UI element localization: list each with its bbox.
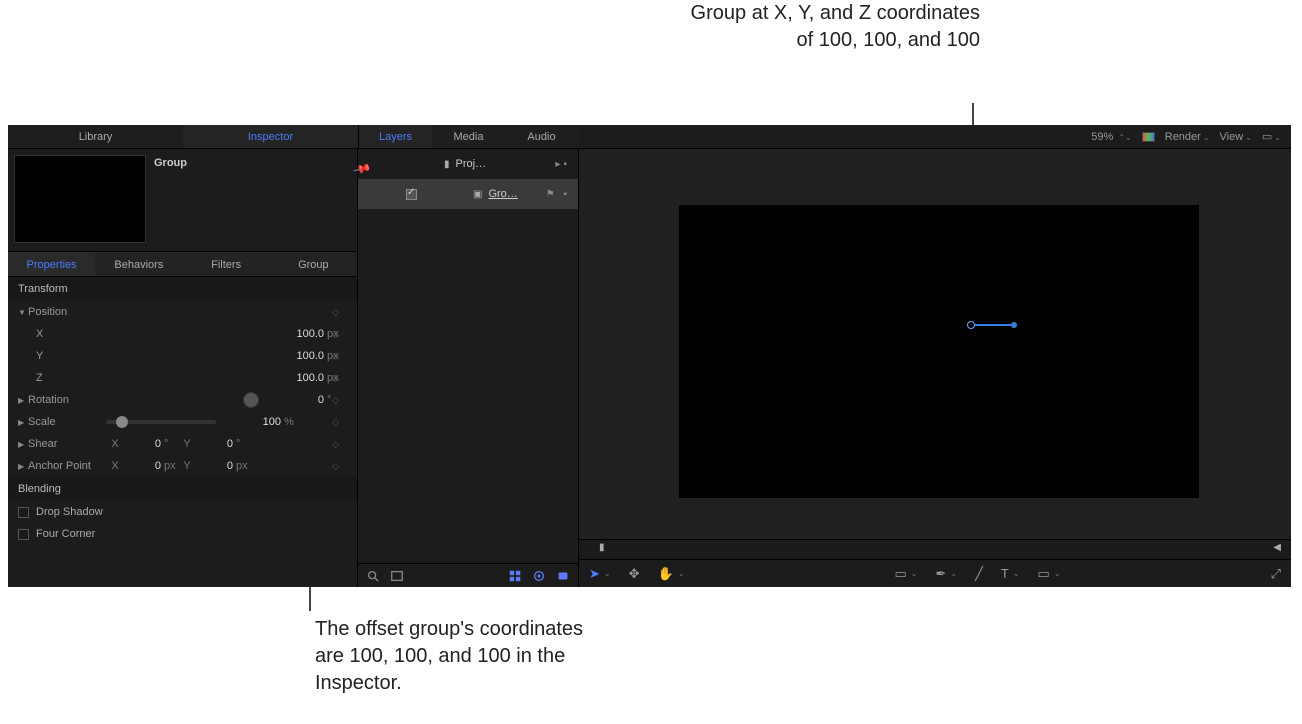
canvas-viewport-area[interactable] xyxy=(579,149,1291,539)
line-tool[interactable]: ╱ xyxy=(975,566,983,582)
top-tab-bar: Library Inspector Layers Media Audio 59%… xyxy=(8,125,1291,149)
row-scale[interactable]: ▶ Scale 100 % ◇ xyxy=(8,411,357,433)
row-position-x[interactable]: X 100.0 px ◇ xyxy=(8,323,357,345)
select-tool[interactable]: ➤⌄ xyxy=(589,566,611,582)
layer-row-project[interactable]: ▮ Proj… ▸▪ xyxy=(358,149,578,179)
search-icon[interactable] xyxy=(366,569,380,583)
row-anchor-point[interactable]: ▶ Anchor Point X 0 px Y 0 px ◇ xyxy=(8,455,357,477)
filter-filter-icon[interactable] xyxy=(556,569,570,583)
zoom-level[interactable]: 59% ⌃⌄ xyxy=(1091,131,1132,143)
row-position[interactable]: ▼ Position ◇ xyxy=(8,301,357,323)
value-anchor-x[interactable]: 0 xyxy=(124,460,164,472)
section-blending[interactable]: Blending xyxy=(8,477,357,501)
section-transform[interactable]: Transform xyxy=(8,277,357,301)
row-position-z[interactable]: Z 100.0 px ◇ xyxy=(8,367,357,389)
keyframe-icon[interactable]: ◇ xyxy=(332,417,339,428)
pen-tool[interactable]: ✒⌄ xyxy=(935,566,957,582)
four-corner-checkbox[interactable] xyxy=(18,529,29,540)
subtab-behaviors[interactable]: Behaviors xyxy=(95,252,182,276)
subtab-group[interactable]: Group xyxy=(270,252,357,276)
canvas-panel: ▮ ◀ ➤⌄ ✥ ✋⌄ ▭⌄ ✒⌄ ╱ T⌄ ▭⌄ ⤢ xyxy=(579,149,1291,587)
document-icon: ▮ xyxy=(444,159,450,170)
keyframe-icon[interactable]: ◇ xyxy=(332,461,339,472)
value-shear-y[interactable]: 0 xyxy=(196,438,236,450)
layout-menu[interactable]: ▭⌄ xyxy=(1262,130,1281,143)
inspector-panel: Group 📌 Properties Behaviors Filters Gro… xyxy=(8,149,358,587)
expand-icon[interactable]: ⤢ xyxy=(1271,566,1281,582)
value-shear-x[interactable]: 0 xyxy=(124,438,164,450)
tab-media[interactable]: Media xyxy=(432,125,505,148)
pan-tool[interactable]: ✋⌄ xyxy=(658,566,685,582)
layer-visibility-checkbox[interactable] xyxy=(406,189,417,200)
value-rotation[interactable]: 0 xyxy=(265,394,327,406)
drop-shadow-checkbox[interactable] xyxy=(18,507,29,518)
filter-mask-icon[interactable] xyxy=(508,569,522,583)
value-anchor-y[interactable]: 0 xyxy=(196,460,236,472)
value-position-x[interactable]: 100.0 xyxy=(265,328,327,340)
group-icon: ▣ xyxy=(473,189,482,200)
callout-top: Group at X, Y, and Z coordinates of 100,… xyxy=(670,0,980,54)
app-window: Library Inspector Layers Media Audio 59%… xyxy=(8,125,1291,587)
row-rotation[interactable]: ▶ Rotation 0 ° ◇ xyxy=(8,389,357,411)
canvas-toolbar: ➤⌄ ✥ ✋⌄ ▭⌄ ✒⌄ ╱ T⌄ ▭⌄ ⤢ xyxy=(579,559,1291,587)
preview-thumbnail xyxy=(14,155,146,243)
keyframe-icon[interactable]: ◇ xyxy=(332,373,339,384)
keyframe-icon[interactable]: ◇ xyxy=(332,439,339,450)
keyframe-icon[interactable]: ◇ xyxy=(332,307,339,318)
inspector-title: Group xyxy=(154,157,187,245)
tab-layers[interactable]: Layers xyxy=(359,125,432,148)
keyframe-icon[interactable]: ◇ xyxy=(332,329,339,340)
layer-actions-icon[interactable]: ⚑ ▪ xyxy=(546,189,570,200)
mini-timeline[interactable]: ▮ ◀ xyxy=(579,539,1291,559)
layer-row-group[interactable]: ▣ Gro… ⚑ ▪ xyxy=(358,179,578,209)
row-position-y[interactable]: Y 100.0 px ◇ xyxy=(8,345,357,367)
value-scale[interactable]: 100 xyxy=(222,416,284,428)
rectangle-tool[interactable]: ▭⌄ xyxy=(894,566,917,582)
subtab-properties[interactable]: Properties xyxy=(8,252,95,276)
row-four-corner[interactable]: Four Corner xyxy=(8,523,357,545)
canvas-top-bar: 59% ⌃⌄ Render⌄ View⌄ ▭⌄ xyxy=(579,125,1291,148)
transform-handle[interactable] xyxy=(967,321,977,331)
keyframe-icon[interactable]: ◇ xyxy=(332,395,339,406)
row-shear[interactable]: ▶ Shear X 0 ° Y 0 ° ◇ xyxy=(8,433,357,455)
channels-icon[interactable] xyxy=(1142,132,1155,142)
playhead-icon[interactable]: ▮ xyxy=(599,542,605,553)
rotation-dial[interactable] xyxy=(243,392,259,408)
layer-actions-icon[interactable]: ▸▪ xyxy=(555,159,570,170)
text-tool[interactable]: T⌄ xyxy=(1001,566,1020,581)
scale-slider[interactable] xyxy=(106,420,216,424)
filter-behavior-icon[interactable] xyxy=(532,569,546,583)
3d-transform-tool[interactable]: ✥ xyxy=(629,566,640,582)
row-drop-shadow[interactable]: Drop Shadow xyxy=(8,501,357,523)
canvas-viewport[interactable] xyxy=(679,205,1199,498)
keyframe-icon[interactable]: ◇ xyxy=(332,351,339,362)
subtab-filters[interactable]: Filters xyxy=(183,252,270,276)
tab-library[interactable]: Library xyxy=(8,125,183,148)
layers-panel: ▮ Proj… ▸▪ ▣ Gro… ⚑ ▪ xyxy=(358,149,579,587)
frame-icon[interactable] xyxy=(390,569,404,583)
mask-tool[interactable]: ▭⌄ xyxy=(1038,566,1061,582)
layers-toolbar xyxy=(358,563,578,587)
render-menu[interactable]: Render⌄ xyxy=(1165,131,1210,143)
view-menu[interactable]: View⌄ xyxy=(1220,131,1252,143)
value-position-z[interactable]: 100.0 xyxy=(265,372,327,384)
value-position-y[interactable]: 100.0 xyxy=(265,350,327,362)
end-marker-icon[interactable]: ◀ xyxy=(1273,542,1281,553)
tab-inspector[interactable]: Inspector xyxy=(183,125,358,148)
tab-audio[interactable]: Audio xyxy=(505,125,578,148)
callout-bottom: The offset group's coordinates are 100, … xyxy=(315,616,615,697)
